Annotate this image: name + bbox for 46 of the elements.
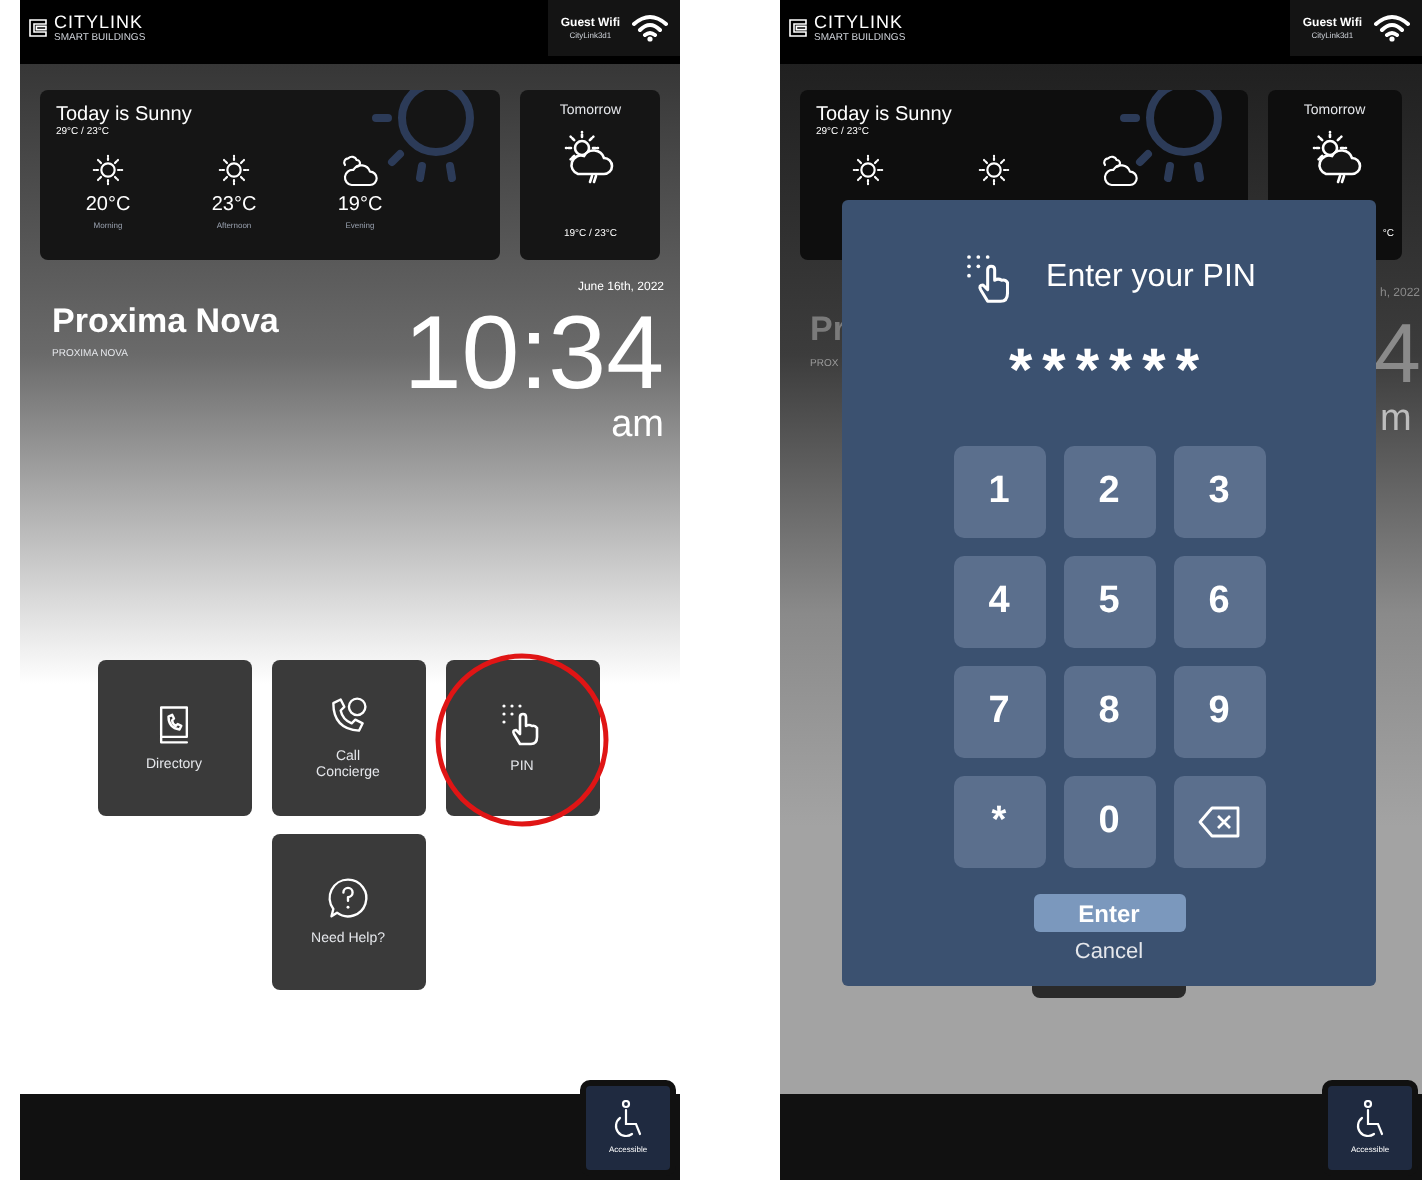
clock-meridiem: m xyxy=(1380,400,1412,438)
keypad-key[interactable]: 4 xyxy=(953,556,1045,648)
wheelchair-icon xyxy=(1352,1100,1388,1140)
clock-meridiem: am xyxy=(611,406,664,444)
period-temperature: 20°C xyxy=(85,196,131,216)
logo-icon xyxy=(28,18,48,38)
keypad-key[interactable]: 0 xyxy=(1063,776,1155,868)
sun-icon xyxy=(214,150,254,190)
keypad-key[interactable]: 3 xyxy=(1173,446,1265,538)
clock-time: 10:34 xyxy=(403,302,664,406)
clock-time: 4 xyxy=(1374,312,1421,396)
cancel-button[interactable]: Cancel xyxy=(1074,942,1144,964)
backspace-key[interactable] xyxy=(1173,776,1265,868)
sun-icon xyxy=(974,150,1014,190)
building-name: Proxima Nova xyxy=(52,300,279,343)
weather-title: Today is Sunny xyxy=(816,102,952,127)
enter-button[interactable]: Enter xyxy=(1033,894,1185,932)
backspace-icon xyxy=(1197,806,1241,838)
building-name: Pr xyxy=(810,308,846,352)
cloud-rain-icon xyxy=(562,130,619,186)
weather-title: Today is Sunny xyxy=(56,102,192,127)
keypad-key[interactable]: 8 xyxy=(1063,666,1155,758)
cloud-rain-icon xyxy=(1309,130,1366,186)
keypad-key[interactable]: 6 xyxy=(1173,556,1265,648)
brand-name: CITYLINK xyxy=(814,13,906,31)
period-temperature: 19°C xyxy=(337,196,383,216)
keypad-key[interactable]: 1 xyxy=(953,446,1045,538)
cloud-icon xyxy=(1100,150,1140,190)
dialog-title: Enter your PIN xyxy=(1046,258,1256,298)
keypad-key[interactable]: 7 xyxy=(953,666,1045,758)
phone-chat-icon xyxy=(326,693,370,738)
keypad-key[interactable]: * xyxy=(953,776,1045,868)
keypad-key[interactable]: 9 xyxy=(1173,666,1265,758)
wifi-icon xyxy=(632,14,668,42)
question-bubble-icon xyxy=(326,875,370,920)
logo-icon xyxy=(788,18,808,38)
sun-icon xyxy=(88,150,128,190)
keypad-key[interactable]: 5 xyxy=(1063,556,1155,648)
wheelchair-icon xyxy=(610,1100,646,1140)
wifi-icon xyxy=(1374,14,1410,42)
brand-name: CITYLINK xyxy=(54,13,146,31)
cloud-icon xyxy=(340,150,380,190)
sun-icon xyxy=(848,150,888,190)
pin-display[interactable]: ****** xyxy=(1008,342,1210,402)
keypad-key[interactable]: 2 xyxy=(1063,446,1155,538)
period-temperature: 23°C xyxy=(211,196,257,216)
